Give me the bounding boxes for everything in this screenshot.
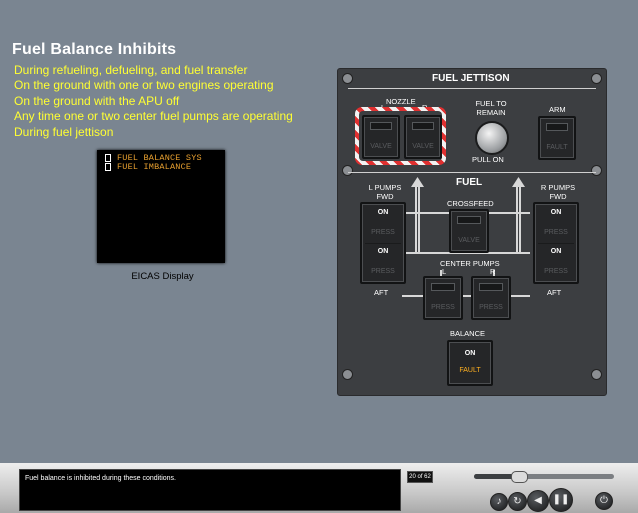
fuel-to-remain-label: FUEL TO REMAIN (475, 99, 507, 117)
center-pump-l-switch[interactable]: PRESS (423, 276, 463, 320)
divider (348, 88, 596, 89)
arrow-up-icon (411, 177, 424, 187)
eicas-label: EICAS Display (131, 271, 194, 282)
pull-on-label: PULL ON (472, 155, 504, 164)
r-aft-label: AFT (547, 288, 562, 297)
arm-label: ARM (549, 105, 566, 114)
screw-icon (342, 369, 353, 380)
progress-bar[interactable] (474, 474, 614, 479)
fuel-panel: FUEL JETTISON NOZZLE L R VALVE VALVE FUE… (337, 68, 607, 396)
pause-icon[interactable]: ❚❚ (549, 488, 573, 512)
arm-switch[interactable]: FAULT (538, 116, 576, 160)
condition-list: During refueling, defueling, and fuel tr… (14, 63, 293, 140)
eicas-message: FUEL IMBALANCE (105, 162, 191, 172)
screw-icon (342, 73, 353, 84)
exit-icon[interactable]: ⏻ (595, 492, 613, 510)
nozzle-l-switch[interactable]: VALVE (362, 115, 400, 159)
condition-item: Any time one or two center fuel pumps ar… (14, 109, 293, 124)
balance-switch[interactable]: ON FAULT (447, 340, 493, 386)
condition-item: During refueling, defueling, and fuel tr… (14, 63, 248, 77)
jettison-title: FUEL JETTISON (432, 73, 510, 84)
nozzle-r-switch[interactable]: VALVE (404, 115, 442, 159)
caption-box: Fuel balance is inhibited during these c… (19, 469, 401, 511)
center-l-label: L (442, 267, 447, 276)
eicas-display: FUEL BALANCE SYS FUEL IMBALANCE (97, 150, 225, 263)
audio-icon[interactable]: ♪ (490, 493, 508, 511)
screw-icon (342, 165, 353, 176)
arrow-up-icon (512, 177, 525, 187)
center-pump-r-switch[interactable]: PRESS (471, 276, 511, 320)
nozzle-label: NOZZLE (386, 97, 416, 106)
condition-item: During fuel jettison (14, 124, 114, 139)
balance-label: BALANCE (450, 329, 486, 338)
l-pump-fwd-switch[interactable]: ON PRESS ON PRESS (360, 202, 406, 284)
l-pumps-label: L PUMPS FWD (368, 183, 402, 201)
crossfeed-label: CROSSFEED (447, 199, 494, 208)
l-aft-label: AFT (374, 288, 389, 297)
checkbox-icon (105, 162, 111, 171)
back-icon[interactable]: ◀ (527, 490, 549, 512)
r-pump-fwd-switch[interactable]: ON PRESS ON PRESS (533, 202, 579, 284)
checkbox-icon (105, 153, 111, 162)
screw-icon (591, 369, 602, 380)
fuel-title: FUEL (456, 177, 483, 188)
center-r-label: R (490, 267, 496, 276)
replay-icon[interactable]: ↻ (508, 492, 527, 511)
r-pumps-label: R PUMPS FWD (540, 183, 576, 201)
page-indicator: 20 of 62 (407, 471, 433, 483)
fuel-to-remain-knob[interactable] (475, 121, 509, 155)
condition-item: On the ground with one or two engines op… (14, 78, 274, 93)
condition-item: On the ground with the APU off (14, 93, 180, 108)
divider (348, 172, 596, 173)
screw-icon (591, 73, 602, 84)
screw-icon (591, 165, 602, 176)
progress-thumb[interactable] (511, 471, 528, 483)
crossfeed-switch[interactable]: VALVE (449, 209, 489, 253)
page-title: Fuel Balance Inhibits (12, 41, 177, 58)
